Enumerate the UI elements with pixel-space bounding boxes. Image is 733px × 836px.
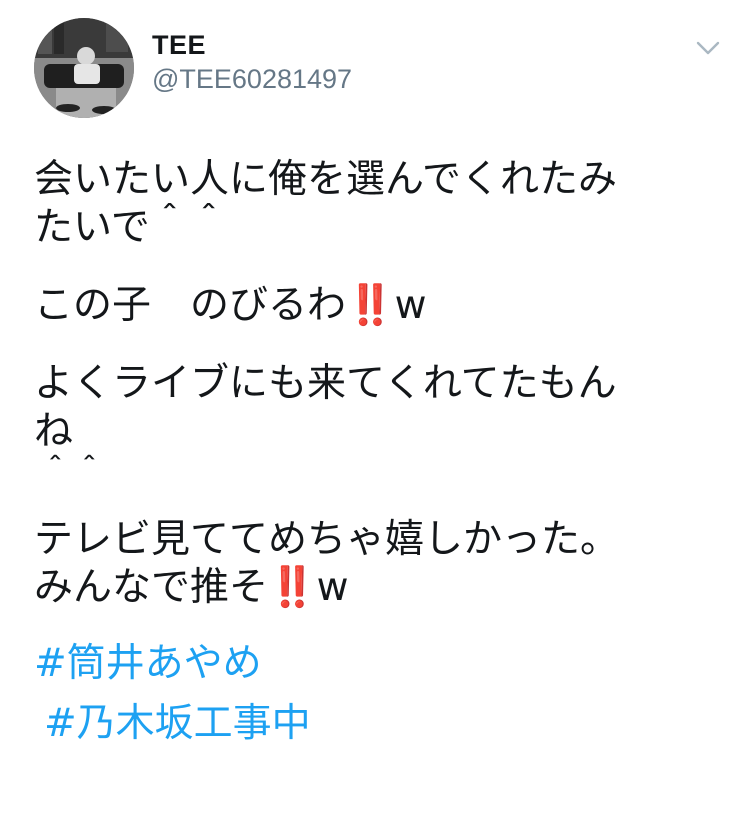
tweet-line-text: みんなで推そ [34, 565, 269, 610]
tweet-card: TEE @TEE60281497 会いたい人に俺を選んでくれたみ たいで＾＾ こ… [0, 0, 733, 836]
tweet-line-text: w [316, 565, 349, 610]
double-exclamation-emoji: ‼️ [268, 565, 317, 610]
hashtag-link[interactable]: #乃木坂工事中 [44, 701, 311, 746]
tweet-line-text: この子 のびるわ [34, 283, 347, 328]
display-name[interactable]: TEE [152, 28, 206, 62]
tweet-line: テレビ見ててめちゃ嬉しかった。 [34, 517, 620, 562]
double-exclamation-emoji: ‼️ [346, 283, 395, 328]
tweet-line: たいで＾＾ [34, 205, 228, 250]
hashtag-link[interactable]: #筒井あやめ [34, 641, 262, 686]
tweet-line: ＾＾ [38, 456, 106, 496]
user-avatar[interactable] [34, 18, 134, 118]
user-handle[interactable]: @TEE60281497 [152, 62, 352, 96]
tweet-line: みんなで推そ‼️w [34, 564, 714, 612]
avatar-photo [34, 18, 134, 118]
tweet-line-text: w [394, 283, 427, 328]
hashtag-line: #筒井あやめ [34, 634, 714, 694]
tweet-line: よくライブにも来てくれてたもん [34, 361, 617, 406]
hashtag-line: #乃木坂工事中 [34, 694, 714, 754]
chevron-down-icon[interactable] [693, 33, 723, 63]
tweet-line: この子 のびるわ‼️w [34, 282, 714, 330]
tweet-text: 会いたい人に俺を選んでくれたみ たいで＾＾ この子 のびるわ‼️w よくライブに… [34, 156, 714, 754]
tweet-line: ね [34, 409, 74, 454]
tweet-line: 会いたい人に俺を選んでくれたみ [34, 157, 618, 202]
